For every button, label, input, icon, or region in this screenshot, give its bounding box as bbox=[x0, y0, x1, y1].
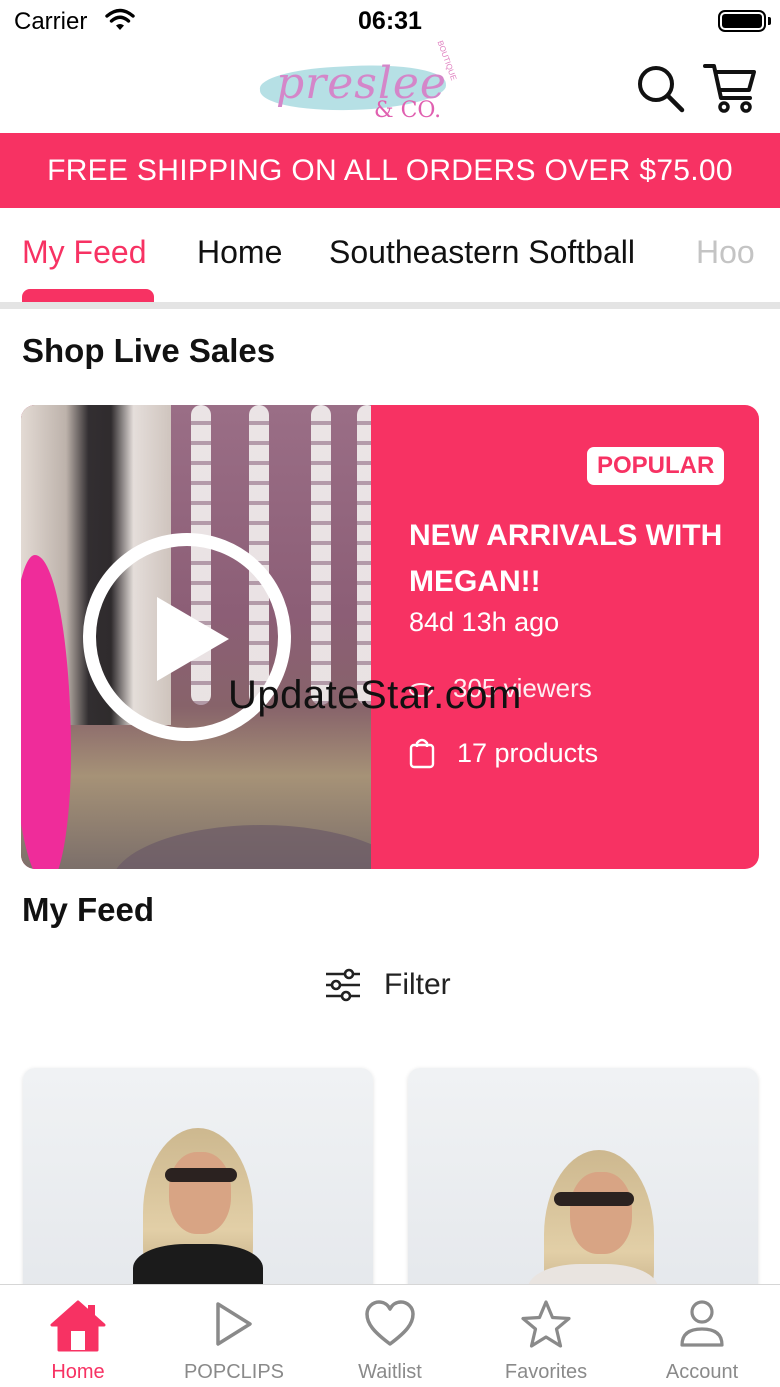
status-bar: Carrier 06:31 bbox=[0, 0, 780, 44]
app-header: preslee & CO. BOUTIQUE bbox=[0, 39, 780, 133]
live-sale-time-ago: 84d 13h ago bbox=[409, 607, 560, 637]
watermark: UpdateStar.com bbox=[228, 673, 522, 717]
model-face bbox=[570, 1172, 632, 1254]
nav-favorites-label: Favorites bbox=[504, 1361, 588, 1383]
person-icon bbox=[680, 1300, 724, 1347]
bead-strand bbox=[357, 405, 371, 705]
active-tab-indicator bbox=[22, 289, 154, 303]
nav-account-label: Account bbox=[665, 1361, 739, 1383]
live-sale-thumbnail[interactable] bbox=[21, 405, 371, 869]
popular-badge: POPULAR bbox=[587, 447, 725, 485]
star-icon bbox=[521, 1300, 571, 1348]
nav-waitlist[interactable]: Waitlist bbox=[312, 1285, 468, 1387]
promo-text: FREE SHIPPING ON ALL ORDERS OVER $75.00 bbox=[47, 153, 733, 187]
tab-southeastern-softball[interactable]: Southeastern Softball bbox=[329, 234, 635, 271]
battery-icon bbox=[718, 10, 766, 32]
bead-strand bbox=[311, 405, 331, 705]
filter-button[interactable]: Filter bbox=[324, 968, 451, 1002]
cart-icon[interactable] bbox=[702, 60, 758, 116]
filter-label: Filter bbox=[384, 968, 451, 1001]
heart-icon bbox=[365, 1300, 415, 1346]
nav-home[interactable]: Home bbox=[0, 1285, 156, 1387]
home-icon bbox=[50, 1300, 106, 1352]
brand-logo[interactable]: preslee & CO. BOUTIQUE bbox=[256, 39, 458, 128]
nav-home-label: Home bbox=[51, 1361, 105, 1383]
live-sale-card[interactable]: POPULAR NEW ARRIVALS WITH MEGAN!! 84d 13… bbox=[21, 405, 759, 869]
nav-favorites[interactable]: Favorites bbox=[468, 1285, 624, 1387]
play-icon[interactable] bbox=[157, 597, 229, 681]
nav-popclips[interactable]: POPCLIPS bbox=[156, 1285, 312, 1387]
product-card[interactable] bbox=[408, 1068, 758, 1298]
tabs-divider bbox=[0, 302, 780, 309]
promo-banner: FREE SHIPPING ON ALL ORDERS OVER $75.00 bbox=[0, 133, 780, 208]
product-card[interactable] bbox=[23, 1068, 373, 1298]
search-icon[interactable] bbox=[634, 62, 686, 114]
logo-co: & CO. bbox=[374, 98, 442, 123]
nav-waitlist-label: Waitlist bbox=[358, 1361, 422, 1383]
play-icon bbox=[216, 1302, 252, 1346]
battery-cap bbox=[768, 17, 771, 25]
model-face bbox=[169, 1152, 231, 1234]
tab-my-feed[interactable]: My Feed bbox=[22, 234, 146, 271]
category-tabs: My Feed Home Southeastern Softball Hoo bbox=[0, 208, 780, 304]
sunglasses bbox=[554, 1192, 634, 1206]
tab-home[interactable]: Home bbox=[197, 234, 282, 271]
bottom-tab-bar: Home POPCLIPS Waitlist Favorites Account bbox=[0, 1284, 780, 1387]
live-sale-title: NEW ARRIVALS WITH MEGAN!! bbox=[409, 519, 723, 598]
rug bbox=[111, 825, 371, 869]
clock: 06:31 bbox=[358, 7, 422, 35]
filter-sliders-icon bbox=[326, 968, 360, 1002]
live-sales-title: Shop Live Sales bbox=[22, 332, 276, 369]
feed-title: My Feed bbox=[22, 891, 155, 928]
products-label: 17 products bbox=[457, 737, 599, 768]
tab-hoo[interactable]: Hoo bbox=[696, 234, 755, 271]
nav-account[interactable]: Account bbox=[624, 1285, 780, 1387]
nav-popclips-label: POPCLIPS bbox=[183, 1361, 285, 1383]
products-count: 17 products bbox=[409, 737, 598, 769]
sunglasses bbox=[165, 1168, 237, 1182]
shopping-bag-icon bbox=[409, 738, 435, 769]
